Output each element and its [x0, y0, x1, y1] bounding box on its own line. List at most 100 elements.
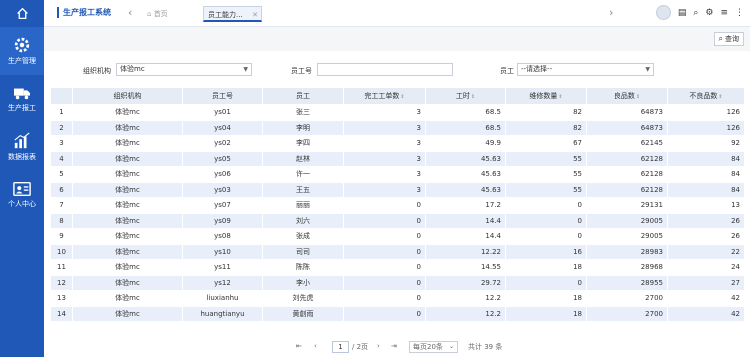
sort-icon[interactable]: ⇕: [400, 94, 404, 100]
avatar[interactable]: [655, 5, 671, 20]
last-page-icon[interactable]: ⇥: [391, 342, 397, 350]
employee-label: 员工: [500, 67, 514, 75]
first-page-icon[interactable]: ⇤: [296, 342, 302, 350]
table-row[interactable]: 3 体验mc ys02 李四 3 49.9 67 62145 92: [50, 135, 745, 152]
table-cell: 1: [50, 104, 73, 121]
table-cell: 7: [50, 197, 73, 214]
sort-icon[interactable]: ⇕: [718, 94, 722, 100]
home-icon: [16, 7, 28, 20]
next-page-icon[interactable]: ›: [377, 342, 380, 350]
table-cell: 64873: [586, 104, 668, 121]
org-select[interactable]: 体验mc ▼: [116, 63, 252, 76]
empno-input[interactable]: [317, 63, 453, 76]
table-cell: 12: [50, 274, 73, 291]
table-cell: 3: [343, 166, 426, 183]
column-header[interactable]: 完工工单数⇕: [343, 87, 426, 105]
settings-icon[interactable]: ⚙: [705, 8, 713, 18]
table-cell: 0: [343, 243, 426, 260]
employee-select[interactable]: --请选择-- ▼: [517, 63, 654, 76]
table-cell: 64873: [586, 119, 668, 136]
table-cell: 李小: [262, 274, 344, 291]
table-cell: 张三: [262, 104, 344, 121]
table-cell: 3: [343, 181, 426, 198]
table-cell: 24: [667, 259, 745, 276]
table-cell: 体验mc: [72, 181, 183, 198]
table-cell: 体验mc: [72, 290, 183, 307]
table-cell: 28983: [586, 243, 668, 260]
sidebar-item-data-report[interactable]: 数据报表: [0, 123, 44, 171]
table-row[interactable]: 12 体验mc ys12 李小 0 29.72 0 28955 27: [50, 274, 745, 291]
table-cell: 14: [50, 305, 73, 322]
home-button[interactable]: [0, 0, 44, 27]
table-cell: 26: [667, 228, 745, 245]
column-header: 员工: [262, 87, 344, 105]
table-cell: 体验mc: [72, 166, 183, 183]
tabs-scroll-left-icon[interactable]: ‹: [128, 6, 132, 19]
table-row[interactable]: 8 体验mc ys09 刘六 0 14.4 0 29005 26: [50, 212, 745, 229]
table-cell: 13: [50, 290, 73, 307]
table-row[interactable]: 5 体验mc ys06 许一 3 45.63 55 62128 84: [50, 166, 745, 183]
table-cell: 18: [505, 290, 587, 307]
tab-home[interactable]: ⌂ 首页: [147, 6, 168, 22]
sidebar-item-production-report[interactable]: 生产报工: [0, 75, 44, 123]
table-cell: 18: [505, 305, 587, 322]
table-cell: 0: [343, 197, 426, 214]
chevron-down-icon: ▼: [243, 66, 248, 73]
table-cell: 22: [667, 243, 745, 260]
table-cell: ys12: [182, 274, 263, 291]
table-cell: 体验mc: [72, 119, 183, 136]
table-row[interactable]: 6 体验mc ys03 王五 3 45.63 55 62128 84: [50, 181, 745, 198]
column-header[interactable]: 工时⇕: [425, 87, 506, 105]
table-cell: 11: [50, 259, 73, 276]
table-cell: 29005: [586, 228, 668, 245]
table-row[interactable]: 7 体验mc ys07 丽丽 0 17.2 0 29131 13: [50, 197, 745, 214]
table-cell: 体验mc: [72, 150, 183, 167]
table-row[interactable]: 13 体验mc liuxianhu 刘先虎 0 12.2 18 2700 42: [50, 290, 745, 307]
tab-employee-capability[interactable]: 员工能力... ✕: [203, 6, 262, 22]
page-size-select[interactable]: 每页20条 ⌄: [409, 341, 458, 353]
table-cell: 0: [343, 228, 426, 245]
table-cell: 84: [667, 166, 745, 183]
search-icon: ⌕: [718, 34, 723, 43]
table-cell: 体验mc: [72, 274, 183, 291]
more-icon[interactable]: ⋮: [735, 8, 744, 18]
table-row[interactable]: 11 体验mc ys11 陈陈 0 14.55 18 28968 24: [50, 259, 745, 276]
table-row[interactable]: 2 体验mc ys04 李明 3 68.5 82 64873 126: [50, 119, 745, 136]
table-cell: 28955: [586, 274, 668, 291]
table-cell: 62128: [586, 150, 668, 167]
table-cell: 68.5: [425, 104, 506, 121]
table-cell: 体验mc: [72, 104, 183, 121]
sort-icon[interactable]: ⇕: [636, 94, 640, 100]
menu-icon[interactable]: ≡: [720, 8, 728, 18]
column-header[interactable]: 维修数量⇕: [505, 87, 587, 105]
query-button[interactable]: ⌕ 查询: [713, 32, 744, 46]
table-cell: 丽丽: [262, 197, 344, 214]
table-row[interactable]: 10 体验mc ys10 司司 0 12.22 16 28983 22: [50, 243, 745, 260]
sort-icon[interactable]: ⇕: [471, 94, 475, 100]
table-cell: 体验mc: [72, 197, 183, 214]
sort-icon[interactable]: ⇕: [558, 94, 562, 100]
table-cell: 92: [667, 135, 745, 152]
table-row[interactable]: 14 体验mc huangtianyu 黄創雨 0 12.2 18 2700 42: [50, 305, 745, 322]
table-row[interactable]: 9 体验mc ys08 张成 0 14.4 0 29005 26: [50, 228, 745, 245]
sidebar-item-personal-center[interactable]: 个人中心: [0, 171, 44, 219]
column-header[interactable]: 不良品数⇕: [667, 87, 745, 105]
table-cell: 16: [505, 243, 587, 260]
clipboard-icon[interactable]: ▤: [678, 8, 687, 18]
table-body: 1 体验mc ys01 张三 3 68.5 82 64873 126 2 体验mc ys04 李明 3 68…: [50, 104, 745, 322]
table-row[interactable]: 1 体验mc ys01 张三 3 68.5 82 64873 126: [50, 104, 745, 121]
table-row[interactable]: 4 体验mc ys05 赵林 3 45.63 55 62128 84: [50, 150, 745, 167]
sidebar-item-production-management[interactable]: 生产管理: [0, 27, 44, 75]
chevron-down-icon: ⌄: [448, 343, 454, 350]
page-number-input[interactable]: 1: [332, 341, 349, 353]
table-cell: 82: [505, 104, 587, 121]
org-label: 组织机构: [83, 67, 111, 75]
table-cell: ys01: [182, 104, 263, 121]
table-cell: huangtianyu: [182, 305, 263, 322]
search-icon[interactable]: ⌕: [693, 8, 698, 18]
tabs-scroll-right-icon[interactable]: ›: [609, 6, 613, 19]
column-header[interactable]: 良品数⇕: [586, 87, 668, 105]
prev-page-icon[interactable]: ‹: [314, 342, 317, 350]
sidebar-item-label: 生产管理: [8, 57, 36, 65]
close-icon[interactable]: ✕: [252, 7, 258, 23]
